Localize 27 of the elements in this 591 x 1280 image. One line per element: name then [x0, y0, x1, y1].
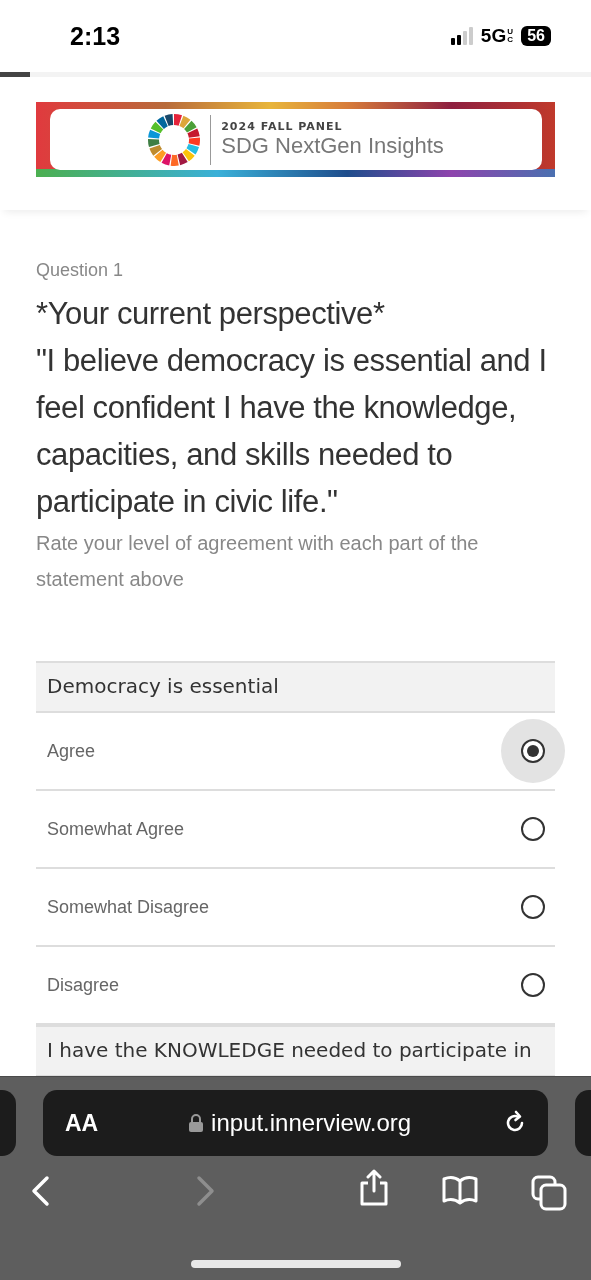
lock-icon: [189, 1114, 204, 1132]
banner-title: SDG NextGen Insights: [221, 133, 444, 159]
back-icon[interactable]: [30, 1175, 52, 1207]
radio-button[interactable]: [521, 739, 545, 763]
option-label: Somewhat Agree: [47, 818, 185, 840]
clock-time: 2:13: [70, 21, 122, 51]
question-number: Question 1: [36, 260, 125, 281]
question-instructions: Rate your level of agreement with each part of the statement above: [36, 531, 480, 592]
battery-icon: 56: [521, 26, 551, 46]
radio-button[interactable]: [521, 973, 545, 997]
sdg-wheel-icon: [148, 113, 201, 166]
address-bar[interactable]: AA input.innerview.org: [43, 1090, 548, 1156]
statement-row-header: I have the KNOWLEDGE needed to participate in: [36, 1025, 555, 1076]
url-text: input.innerview.org: [211, 1109, 412, 1137]
banner-eyebrow: 2024 FALL PANEL: [221, 120, 344, 133]
option-label: Disagree: [47, 974, 120, 996]
statement-row-header: Democracy is essential: [36, 661, 555, 713]
text-size-button[interactable]: AA: [65, 1109, 99, 1137]
radio-button[interactable]: [521, 817, 545, 841]
signal-icon: [450, 27, 475, 45]
option-label: Agree: [47, 740, 96, 762]
option-label: Somewhat Disagree: [47, 896, 210, 918]
tabs-icon[interactable]: [531, 1175, 567, 1211]
question-statement: "I believe democracy is essential and I feel confident I have the knowledge, capacities, and skills needed to participate in civic life.": [36, 342, 548, 521]
question-heading: *Your current perspective*: [36, 295, 386, 333]
book-icon[interactable]: [441, 1175, 480, 1205]
radio-button[interactable]: [521, 895, 545, 919]
